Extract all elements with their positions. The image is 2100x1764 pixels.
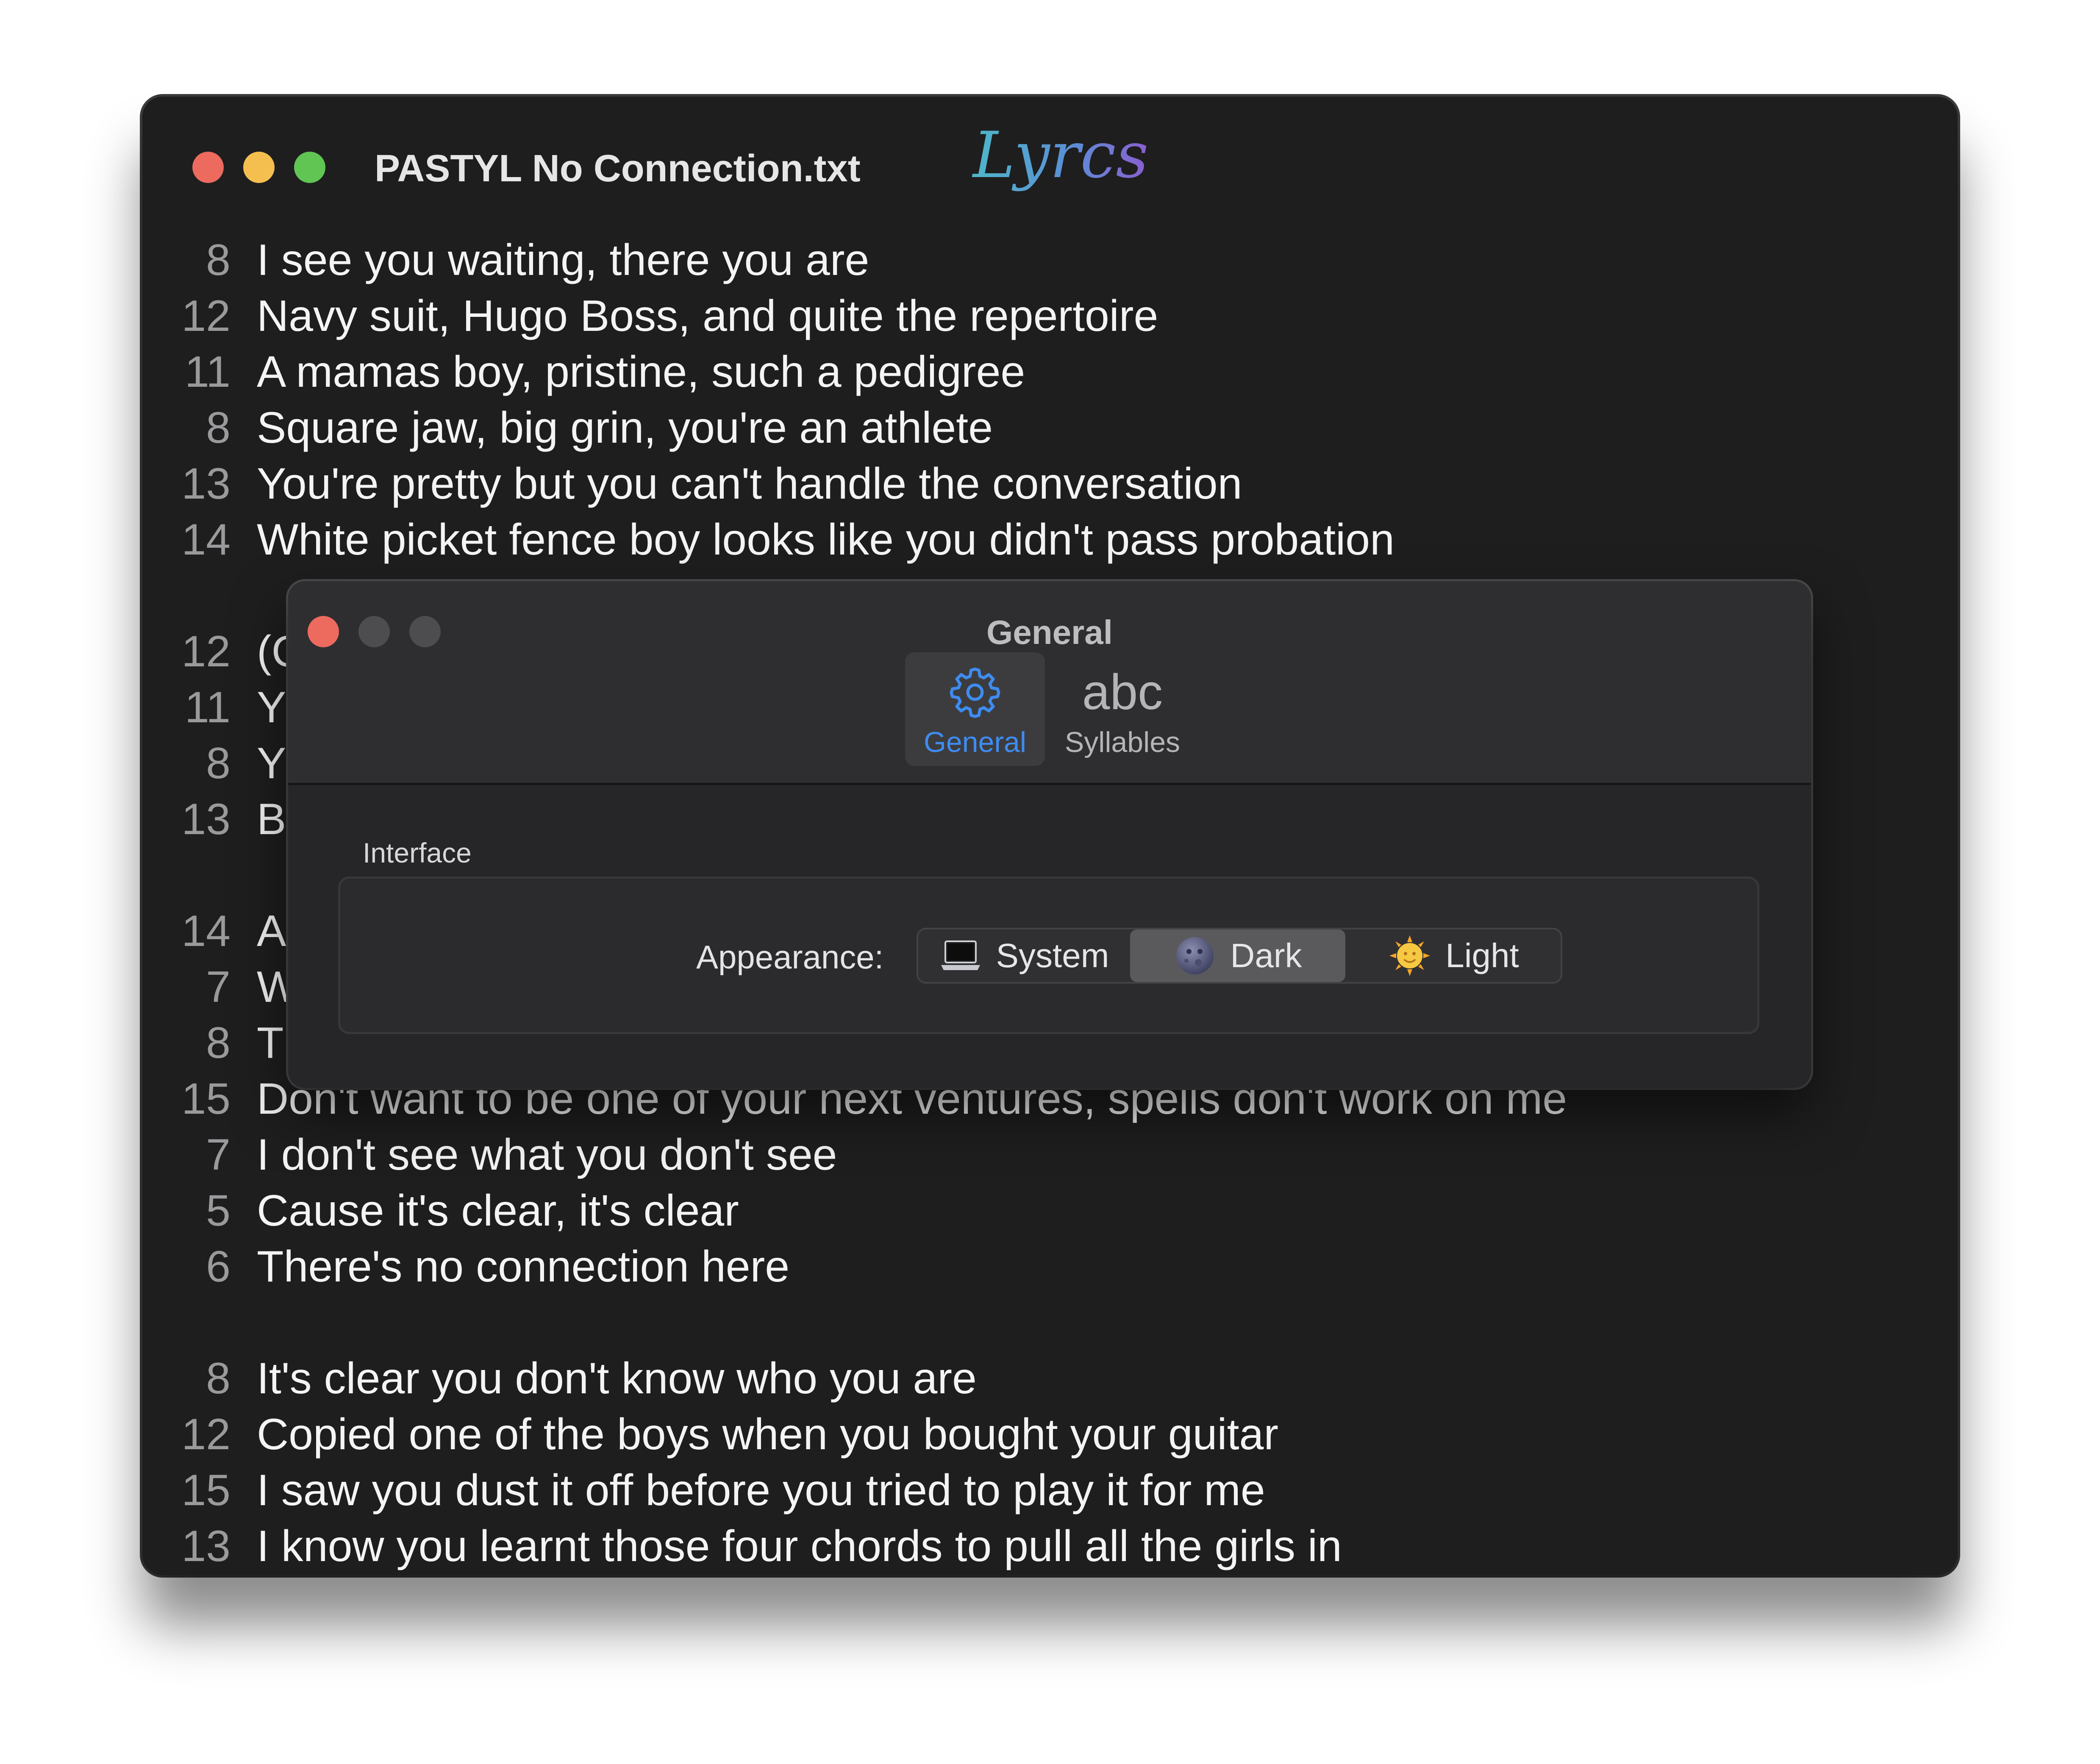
syllable-count: 8 [206, 1354, 231, 1403]
lyric-text[interactable]: I know you learnt those four chords to p… [257, 1518, 1342, 1574]
syllable-count: 8 [206, 1018, 231, 1068]
syllable-count: 11 [185, 683, 231, 732]
lyric-text[interactable]: B [257, 791, 286, 847]
tab-general[interactable]: General [905, 652, 1045, 766]
app-logo: Lyrcs [972, 119, 1147, 192]
syllable-count: 14 [181, 907, 231, 956]
tab-syllables[interactable]: abc Syllables [1053, 652, 1192, 766]
abc-icon-text: abc [1082, 664, 1163, 720]
syllable-count: 7 [206, 1130, 231, 1179]
syllable-count: 8 [206, 403, 231, 452]
syllable-count: 8 [206, 739, 231, 788]
syllable-count: 8 [206, 236, 231, 285]
lyric-text[interactable]: T [257, 1015, 284, 1071]
syllable-count: 5 [206, 1186, 231, 1235]
preferences-title: General [986, 613, 1113, 651]
lyric-text[interactable]: A [257, 903, 286, 959]
moon-icon [1176, 937, 1214, 974]
lyric-text[interactable]: Y [257, 680, 286, 735]
syllable-count: 13 [181, 459, 231, 508]
lyric-text[interactable]: I see you waiting, there you are [257, 232, 869, 288]
preferences-toolbar: General General abc Syllables [288, 581, 1811, 785]
appearance-segmented-control: System Dark Light [917, 928, 1562, 984]
logo-text: Lyrcs [972, 119, 1147, 192]
lyric-text[interactable]: I saw you dust it off before you tried t… [257, 1462, 1265, 1518]
tab-syllables-label: Syllables [1064, 726, 1181, 758]
syllable-count: 11 [185, 347, 231, 397]
lyric-text[interactable]: Navy suit, Hugo Boss, and quite the repe… [257, 288, 1158, 344]
interface-section-label: Interface [363, 837, 472, 868]
lyric-text[interactable]: I don't see what you don't see [257, 1127, 837, 1183]
window-title: PASTYL No Connection.txt [375, 147, 861, 190]
preferences-panel: General General abc Syllables Interface … [288, 581, 1811, 1088]
syllable-count: 13 [181, 1522, 231, 1571]
tab-general-label: General [924, 726, 1026, 758]
syllable-count: 14 [181, 515, 231, 564]
appearance-system-option[interactable]: System [918, 929, 1130, 982]
lyric-text[interactable]: Square jaw, big grin, you're an athlete [257, 400, 993, 456]
close-button[interactable] [192, 152, 224, 183]
appearance-dark-option[interactable]: Dark [1130, 929, 1345, 982]
syllable-count: 12 [181, 627, 231, 676]
laptop-icon [941, 940, 980, 970]
preferences-body: Interface Appearance: System Dark Light [288, 785, 1811, 1088]
minimize-button[interactable] [243, 152, 275, 183]
abc-icon: abc [1053, 663, 1192, 722]
syllable-count: 7 [206, 962, 231, 1012]
lyric-text[interactable]: There's no connection here [257, 1239, 789, 1295]
appearance-system-label: System [996, 937, 1109, 974]
syllable-count: 12 [181, 1410, 231, 1459]
appearance-light-option[interactable]: Light [1345, 929, 1562, 982]
syllable-count: 13 [181, 795, 231, 844]
syllable-count: 15 [181, 1466, 231, 1515]
interface-group: Appearance: System Dark Light [338, 876, 1759, 1034]
syllable-count: 12 [181, 291, 231, 341]
sun-icon [1389, 935, 1431, 976]
syllable-count: 15 [181, 1074, 231, 1123]
appearance-label: Appearance: [696, 938, 884, 976]
zoom-button[interactable] [294, 152, 325, 183]
appearance-light-label: Light [1445, 937, 1519, 974]
appearance-dark-label: Dark [1230, 937, 1302, 974]
syllable-count: 6 [206, 1242, 231, 1291]
lyric-text[interactable]: A mamas boy, pristine, such a pedigree [257, 344, 1025, 400]
titlebar: PASTYL No Connection.txt Lyrcs [142, 97, 1958, 224]
lyric-text[interactable]: White picket fence boy looks like you di… [257, 512, 1394, 568]
lyric-text[interactable]: Cause it's clear, it's clear [257, 1183, 739, 1239]
gear-icon [905, 663, 1045, 722]
lyric-text[interactable]: Y [257, 735, 286, 791]
lyric-text[interactable]: Copied one of the boys when you bought y… [257, 1406, 1278, 1462]
lyric-text[interactable]: It's clear you don't know who you are [257, 1351, 977, 1406]
lyric-text[interactable]: You're pretty but you can't handle the c… [257, 456, 1242, 512]
